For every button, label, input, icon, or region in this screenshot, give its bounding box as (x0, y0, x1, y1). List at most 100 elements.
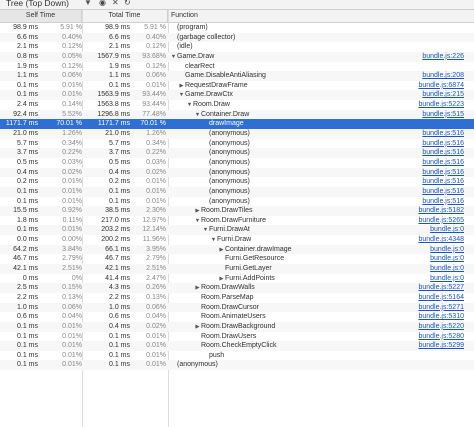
call-tree-row[interactable]: 2.1 ms 0.12% 2.1 ms 0.12% (idle) (0, 42, 474, 52)
self-time-ms: 1.0 ms (16, 303, 38, 311)
expanded-arrow-icon[interactable]: ▼ (210, 236, 217, 245)
expanded-arrow-icon[interactable]: ▼ (186, 101, 193, 110)
source-link[interactable]: bundle.js:5280 (418, 332, 464, 342)
source-link[interactable]: bundle.js:0 (430, 264, 464, 274)
call-tree-row[interactable]: 1.1 ms 0.06% 1.1 ms 0.06% Game.DisableAntiAl… (0, 71, 474, 81)
collapsed-arrow-icon[interactable]: ▶ (218, 246, 225, 255)
focus-icon[interactable]: ◉ (99, 0, 106, 8)
call-tree-row[interactable]: 0.6 ms 0.04% 0.6 ms 0.04% Room.AnimateUsers b… (0, 312, 474, 322)
expanded-arrow-icon[interactable]: ▼ (202, 226, 209, 235)
self-time-header[interactable]: Self Time (0, 10, 82, 22)
call-tree-row[interactable]: 0.1 ms 0.01% 0.1 ms 0.01% Room.DrawUsers bund… (0, 332, 474, 342)
call-tree-row[interactable]: 0.1 ms 0.01% 0.1 ms 0.01% push (0, 351, 474, 361)
source-link[interactable]: bundle.js:5265 (418, 216, 464, 226)
source-link[interactable]: bundle.js:516 (422, 139, 464, 149)
total-time-percent: 0.22% (146, 149, 166, 157)
call-tree-row[interactable]: 0.4 ms 0.02% 0.4 ms 0.02% (anonymous) bundle.… (0, 167, 474, 178)
call-tree-row[interactable]: 0.1 ms 0.01% 0.1 ms 0.01% (anonymous) (0, 360, 474, 371)
source-link[interactable]: bundle.js:516 (422, 177, 464, 187)
call-tree-row[interactable]: 64.2 ms 3.84% 66.1 ms 3.95% ▶Container.drawI… (0, 244, 474, 255)
call-tree-row[interactable]: 0.1 ms 0.01% 0.1 ms 0.01% ▶RequestDrawFrame b… (0, 81, 474, 91)
source-link[interactable]: bundle.js:5164 (418, 293, 464, 303)
source-link[interactable]: bundle.js:0 (430, 245, 464, 255)
source-link[interactable]: bundle.js:516 (422, 148, 464, 158)
close-icon[interactable]: ✕ (112, 0, 119, 8)
call-tree-row[interactable]: 6.6 ms 0.40% 6.6 ms 0.40% (garbage collector… (0, 32, 474, 43)
call-tree-row[interactable]: 2.5 ms 0.15% 4.3 ms 0.26% ▶Room.DrawWalls bun… (0, 283, 474, 293)
source-link[interactable]: bundle.js:516 (422, 187, 464, 197)
call-tree-row[interactable]: 92.4 ms 5.52% 1296.8 ms 77.48% ▼Container.Dr… (0, 109, 474, 120)
call-tree-row[interactable]: 0.8 ms 0.05% 1567.9 ms 93.68% ▼Game.Draw bund… (0, 51, 474, 62)
collapsed-arrow-icon[interactable]: ▶ (218, 275, 225, 284)
call-tree-row[interactable]: 5.7 ms 0.34% 5.7 ms 0.34% (anonymous) bundle.… (0, 139, 474, 149)
call-tree-row[interactable]: 0.1 ms 0.01% 1563.9 ms 93.44% ▼Game.DrawCtx b… (0, 90, 474, 101)
expanded-arrow-icon[interactable]: ▼ (178, 91, 185, 100)
total-time-ms: 0.6 ms (108, 313, 130, 321)
call-tree-row[interactable]: 1.9 ms 0.12% 1.9 ms 0.12% clearRect (0, 62, 474, 72)
source-link[interactable]: bundle.js:0 (430, 225, 464, 235)
source-link[interactable]: bundle.js:5310 (418, 312, 464, 322)
source-link[interactable]: bundle.js:4348 (418, 235, 464, 245)
function-name: (garbage collector) (177, 33, 236, 41)
call-tree-row[interactable]: 21.0 ms 1.26% 21.0 ms 1.26% (anonymous) bundl… (0, 129, 474, 139)
source-link[interactable]: bundle.js:5227 (418, 283, 464, 293)
source-link[interactable]: bundle.js:5223 (418, 100, 464, 110)
call-tree-row[interactable]: 0.0 ms 0.00% 200.2 ms 11.96% ▼Furni.Draw bund… (0, 235, 474, 245)
call-tree-row[interactable]: 98.9 ms 5.91 % 98.9 ms 5.91 % (program) (0, 23, 474, 33)
collapsed-arrow-icon[interactable]: ▶ (178, 82, 185, 91)
expanded-arrow-icon[interactable]: ▼ (194, 217, 201, 226)
self-time-ms: 21.0 ms (13, 130, 38, 138)
function-name-cell: ▼Container.Draw (170, 110, 442, 120)
collapsed-arrow-icon[interactable]: ▶ (194, 284, 201, 293)
total-time-header[interactable]: Total Time (82, 10, 168, 22)
source-link[interactable]: bundle.js:208 (422, 71, 464, 81)
call-tree-row[interactable]: 0 ms 0% 41.4 ms 2.47% ▶Furni.AddPoints bundle… (0, 274, 474, 284)
call-tree-row[interactable]: 2.4 ms 0.14% 1563.8 ms 93.44% ▼Room.Draw bund… (0, 100, 474, 110)
call-tree-row[interactable]: 1.8 ms 0.11% 217.0 ms 12.97% ▼Room.DrawFurni… (0, 216, 474, 226)
source-link[interactable]: bundle.js:0 (430, 254, 464, 264)
source-link[interactable]: bundle.js:516 (422, 168, 464, 178)
source-link[interactable]: bundle.js:0 (430, 274, 464, 284)
call-tree-row[interactable]: 0.1 ms 0.01% 0.1 ms 0.01% (anonymous) bundle.… (0, 197, 474, 207)
source-link[interactable]: bundle.js:6874 (418, 81, 464, 91)
call-tree: 98.9 ms 5.91 % 98.9 ms 5.91 % (program) 6.6 m… (0, 23, 474, 371)
chevron-down-icon[interactable]: ▼ (84, 0, 92, 7)
collapsed-arrow-icon[interactable]: ▶ (194, 323, 201, 332)
function-name-cell: (garbage collector) (170, 33, 418, 43)
function-name: (anonymous) (209, 178, 250, 186)
reload-icon[interactable]: ↻ (124, 0, 131, 8)
call-tree-row[interactable]: 3.7 ms 0.22% 3.7 ms 0.22% (anonymous) bundle.… (0, 148, 474, 158)
view-mode-select[interactable]: Tree (Top Down) (6, 0, 80, 9)
call-tree-row[interactable]: 42.1 ms 2.51% 42.1 ms 2.51% Furni.GetLayer bu… (0, 264, 474, 274)
call-tree-row[interactable]: 0.1 ms 0.01% 0.1 ms 0.01% (anonymous) bundle.… (0, 186, 474, 197)
expanded-arrow-icon[interactable]: ▼ (194, 111, 201, 120)
source-link[interactable]: bundle.js:516 (422, 197, 464, 207)
source-link[interactable]: bundle.js:5220 (418, 322, 464, 332)
function-name: Room.DrawWalls (201, 284, 255, 292)
self-time-ms: 0 ms (22, 274, 38, 282)
source-link[interactable]: bundle.js:515 (422, 110, 464, 120)
source-link[interactable]: bundle.js:5299 (418, 341, 464, 351)
call-tree-row[interactable]: 0.1 ms 0.01% 203.2 ms 12.14% ▼Furni.DrawAt bu… (0, 225, 474, 236)
function-header[interactable]: Function (168, 10, 474, 22)
source-link[interactable]: bundle.js:516 (422, 129, 464, 139)
function-name-cell: ▼Room.DrawFurniture (170, 216, 442, 226)
call-tree-row[interactable]: 0.1 ms 0.01% 0.1 ms 0.01% Room.CheckEmptyCli… (0, 341, 474, 351)
source-link[interactable]: bundle.js:516 (422, 158, 464, 168)
collapsed-arrow-icon[interactable]: ▶ (194, 207, 201, 216)
call-tree-row[interactable]: 46.7 ms 2.79% 46.7 ms 2.79% Furni.GetResourc… (0, 254, 474, 264)
source-link[interactable]: bundle.js:226 (422, 52, 464, 62)
source-link[interactable]: bundle.js:5182 (418, 206, 464, 216)
self-time-percent: 0.01% (62, 361, 82, 369)
call-tree-row[interactable]: 15.5 ms 0.92% 38.5 ms 2.30% ▶Room.DrawTiles b… (0, 206, 474, 216)
call-tree-row[interactable]: 0.2 ms 0.01% 0.2 ms 0.01% (anonymous) bundle.… (0, 177, 474, 187)
call-tree-row[interactable]: 0.1 ms 0.01% 0.4 ms 0.02% ▶Room.DrawBackgrou… (0, 321, 474, 332)
call-tree-row-selected[interactable]: 1171.7 ms 70.01 % 1171.7 ms 70.01 % drawImag… (0, 119, 474, 130)
expanded-arrow-icon[interactable]: ▼ (170, 53, 177, 62)
self-time-percent: 0.01% (62, 91, 82, 99)
call-tree-row[interactable]: 2.2 ms 0.13% 2.2 ms 0.13% Room.ParseMap bundl… (0, 293, 474, 303)
call-tree-row[interactable]: 1.0 ms 0.06% 1.0 ms 0.06% Room.DrawCursor bun… (0, 302, 474, 313)
source-link[interactable]: bundle.js:215 (422, 90, 464, 100)
call-tree-row[interactable]: 0.5 ms 0.03% 0.5 ms 0.03% (anonymous) bundle.… (0, 158, 474, 168)
source-link[interactable]: bundle.js:5271 (418, 303, 464, 313)
